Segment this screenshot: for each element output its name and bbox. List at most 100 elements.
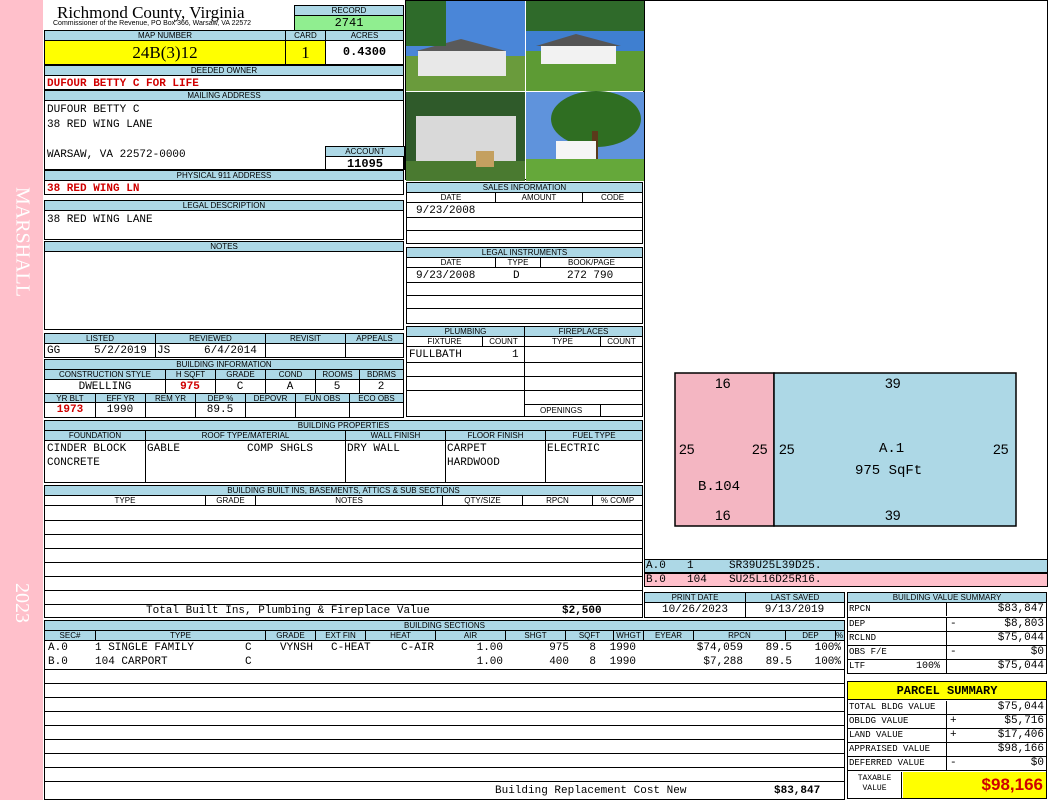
taxable-label: TAXABLE VALUE bbox=[848, 772, 902, 798]
map-box: MAP NUMBER CARD ACRES 24B(3)12 1 0.4300 bbox=[44, 30, 404, 65]
instruments-box: LEGAL INSTRUMENTS DATE TYPE BOOK/PAGE 9/… bbox=[406, 247, 643, 324]
sections-col-heat: HEAT bbox=[365, 631, 435, 641]
mailing-line2: 38 RED WING LANE bbox=[47, 119, 153, 131]
value-summary-row: LTF 100% $75,044 bbox=[848, 659, 1046, 673]
instrument-date: 9/23/2008 bbox=[416, 270, 476, 282]
cond-value: A bbox=[286, 381, 294, 393]
reviewed-label: REVIEWED bbox=[155, 334, 265, 344]
sales-col-code: CODE bbox=[582, 193, 642, 203]
acres-value: 0.4300 bbox=[325, 41, 403, 64]
value-summary-row: RPCN $83,847 bbox=[848, 603, 1046, 617]
section-sec: A.0 bbox=[48, 642, 68, 654]
sketch-a-left: 25 bbox=[779, 441, 795, 457]
builtins-label: BUILDING BUILT INS, BASEMENTS, ATTICS & … bbox=[45, 486, 642, 496]
col-foundation: FOUNDATION bbox=[45, 431, 145, 441]
property-photos bbox=[405, 0, 645, 181]
photo-2 bbox=[526, 1, 645, 91]
reviewed-by: JS bbox=[157, 345, 171, 357]
parcel-summary-sign: + bbox=[950, 715, 957, 727]
sketch-b-label: B.104 bbox=[698, 479, 741, 495]
parcel-summary-key: APPRAISED VALUE bbox=[849, 744, 931, 754]
photo-3 bbox=[406, 92, 525, 181]
section-eyear: 1990 bbox=[609, 656, 636, 668]
legend-b-num: 104 bbox=[687, 574, 707, 586]
value-summary-key: RPCN bbox=[849, 604, 871, 614]
building-info-label: BUILDING INFORMATION bbox=[45, 360, 403, 370]
hsqft-value: 975 bbox=[180, 381, 200, 393]
sections-col-whgt: WHGT bbox=[613, 631, 643, 641]
print-date: 10/26/2023 bbox=[661, 604, 728, 616]
parcel-summary-key: OBLDG VALUE bbox=[849, 716, 909, 726]
col-fuel: FUEL TYPE bbox=[545, 431, 642, 441]
section-ext: VYNSH bbox=[280, 642, 314, 654]
section-sqft: 400 bbox=[549, 656, 569, 668]
sections-col-eyear: EYEAR bbox=[643, 631, 693, 641]
bdrms-value: 2 bbox=[377, 381, 385, 393]
revisit-label: REVISIT bbox=[265, 334, 345, 344]
builtins-col-qty: QTY/SIZE bbox=[442, 496, 522, 506]
parcel-summary-cell: + $5,716 bbox=[946, 715, 1046, 728]
listed-by: GG bbox=[47, 345, 61, 357]
card-number: 1 bbox=[285, 41, 325, 64]
section-grade: C bbox=[245, 642, 252, 654]
legend-a-num: 1 bbox=[687, 560, 694, 572]
parcel-summary-row: APPRAISED VALUE $98,166 bbox=[848, 743, 1046, 757]
fireplaces-col-count: COUNT bbox=[600, 337, 642, 347]
physical-label: PHYSICAL 911 ADDRESS bbox=[45, 171, 403, 181]
col-grade: GRADE bbox=[215, 370, 265, 380]
instruments-col-date: DATE bbox=[407, 258, 495, 268]
value-summary-label: BUILDING VALUE SUMMARY bbox=[848, 593, 1046, 603]
parcel-summary-key: TOTAL BLDG VALUE bbox=[849, 702, 936, 712]
section-dep: 89.5 bbox=[765, 642, 792, 654]
photo-4 bbox=[526, 91, 645, 181]
legend-a-code: A.0 bbox=[646, 560, 666, 572]
photo-grid bbox=[406, 1, 645, 181]
sidebar-owner-tag: MARSHALL bbox=[11, 186, 34, 297]
section-shgt: 1.00 bbox=[476, 656, 503, 668]
sections-col-shgt: SHGT bbox=[505, 631, 565, 641]
owner-value: DUFOUR BETTY C FOR LIFE bbox=[47, 78, 199, 90]
value-summary-value: $75,044 bbox=[997, 660, 1044, 672]
sidebar bbox=[0, 0, 43, 800]
owner-label: DEEDED OWNER bbox=[45, 66, 403, 76]
properties-label: BUILDING PROPERTIES bbox=[45, 421, 642, 431]
building-info-box: BUILDING INFORMATION CONSTRUCTION STYLE … bbox=[44, 359, 404, 418]
sidebar-year: 2023 bbox=[11, 583, 33, 623]
notes-label: NOTES bbox=[45, 242, 403, 252]
floor-finish-1: CARPET bbox=[447, 443, 487, 455]
account-box: ACCOUNT 11095 bbox=[325, 146, 405, 171]
sections-total-label: Building Replacement Cost New bbox=[495, 785, 687, 797]
parcel-summary-row: TOTAL BLDG VALUE $75,044 bbox=[848, 701, 1046, 715]
builtins-col-rpcn: RPCN bbox=[522, 496, 592, 506]
value-summary-value: $0 bbox=[1030, 646, 1044, 658]
value-summary-sign: - bbox=[950, 618, 957, 630]
value-summary-pct: 100% bbox=[916, 661, 941, 672]
fireplaces-box: FIREPLACES TYPE COUNT OPENINGS bbox=[524, 326, 643, 417]
sketch-a-area: 975 SqFt bbox=[855, 463, 923, 479]
foundation-1: CINDER BLOCK bbox=[47, 443, 127, 455]
record-value: 2741 bbox=[295, 16, 403, 30]
col-depovr: DEPOVR bbox=[245, 393, 295, 403]
col-bdrms: BDRMS bbox=[359, 370, 403, 380]
physical-value: 38 RED WING LN bbox=[47, 183, 140, 195]
sketch-a-label: A.1 bbox=[879, 441, 905, 457]
sales-label: SALES INFORMATION bbox=[407, 183, 642, 193]
rooms-value: 5 bbox=[333, 381, 341, 393]
builtins-col-grade: GRADE bbox=[205, 496, 255, 506]
value-summary-box: BUILDING VALUE SUMMARY RPCN $83,847 DEP - $8… bbox=[847, 592, 1047, 674]
properties-box: BUILDING PROPERTIES FOUNDATION ROOF TYPE… bbox=[44, 420, 643, 483]
mailing-box: MAILING ADDRESS DUFOUR BETTY C 38 RED WI… bbox=[44, 90, 405, 171]
account-value: 11095 bbox=[346, 157, 383, 171]
owner-box: DEEDED OWNER DUFOUR BETTY C FOR LIFE bbox=[44, 65, 404, 90]
dep-pct-value: 89.5 bbox=[206, 404, 234, 416]
foundation-2: CONCRETE bbox=[47, 457, 100, 469]
legend-b-vector: SU25L16D25R16. bbox=[729, 574, 822, 586]
section-grade: C bbox=[245, 656, 252, 668]
value-summary-row: OBS F/E - $0 bbox=[848, 645, 1046, 659]
sketch-b-left: 25 bbox=[679, 441, 695, 457]
account-label: ACCOUNT bbox=[326, 147, 404, 157]
parcel-summary-cell: $98,166 bbox=[946, 743, 1046, 756]
physical-box: PHYSICAL 911 ADDRESS 38 RED WING LN bbox=[44, 170, 404, 195]
parcel-summary-row: OBLDG VALUE + $5,716 bbox=[848, 715, 1046, 729]
sketch-a-right: 25 bbox=[993, 441, 1009, 457]
